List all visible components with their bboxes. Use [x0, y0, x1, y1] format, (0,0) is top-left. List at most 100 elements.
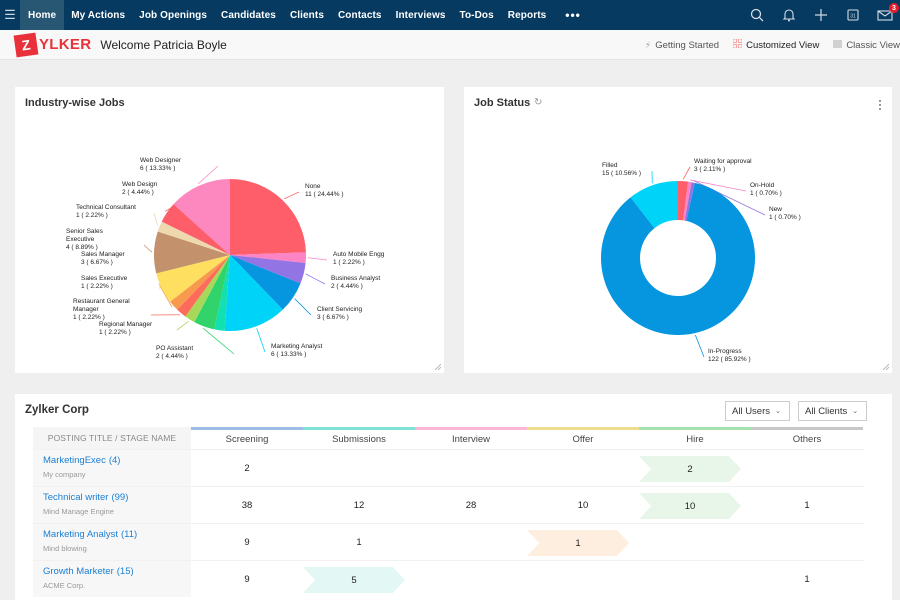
stage-count-cell[interactable]: 9 [191, 561, 303, 597]
pie-label-name: Technical Consultant [76, 204, 136, 211]
stage-count-cell[interactable]: 10 [527, 487, 639, 523]
stage-count: 9 [244, 536, 250, 548]
industry-jobs-card: Industry-wise Jobs None 11 ( 24.44% ) Auto… [15, 87, 444, 373]
nav-item-clients[interactable]: Clients [283, 0, 331, 30]
pie-label-name: Sales Executive [81, 275, 128, 282]
donut-label-value: 1 ( 0.70% ) [769, 214, 801, 221]
pie-label-value: 6 ( 13.33% ) [271, 351, 306, 358]
leader-line [682, 166, 691, 180]
posting-name: Growth Marketer [43, 566, 114, 577]
current-stage-chevron[interactable]: 1 [527, 530, 629, 556]
pie-label-name: Web Design [122, 181, 158, 188]
stage-count: 1 [575, 537, 581, 549]
current-stage-chevron[interactable]: 10 [639, 493, 741, 519]
posting-title-link[interactable]: Marketing Analyst (11) [43, 529, 191, 540]
stage-count-cell[interactable]: 2 [639, 450, 751, 486]
pie-label-web-designer: Web Designer6 ( 13.33% ) [140, 157, 182, 172]
donut-label-name: Waiting for approval [694, 158, 752, 165]
pie-label-value: 1 ( 2.22% ) [76, 212, 108, 219]
pie-label-client-servicing: Client Servicing3 ( 6.67% ) [317, 306, 363, 321]
getting-started-link[interactable]: ⚡︎ Getting Started [645, 40, 719, 51]
stage-count-cell[interactable]: 1 [751, 561, 863, 597]
donut-label-waiting-for-approval: Waiting for approval3 ( 2.11% ) [694, 158, 752, 173]
sub-header: Z YLKER Welcome Patricia Boyle ⚡︎ Gettin… [0, 30, 900, 60]
stage-count: 5 [351, 574, 357, 586]
posting-title-link[interactable]: Technical writer (99) [43, 492, 191, 503]
table-row: MarketingExec (4) My company 2 2 [33, 449, 864, 486]
posting-count: (11) [120, 529, 138, 540]
calendar-icon[interactable]: 31 [844, 6, 862, 24]
posting-title-link[interactable]: MarketingExec (4) [43, 455, 191, 466]
stage-count-cell [415, 561, 527, 597]
hamburger-icon[interactable]: ☰ [0, 0, 20, 30]
nav-item-to-dos[interactable]: To-Dos [453, 0, 501, 30]
plus-icon[interactable] [812, 6, 830, 24]
svg-text:31: 31 [850, 14, 856, 20]
posting-cell: Technical writer (99) Mind Manage Engine [33, 487, 191, 523]
mail-icon[interactable]: 3 [876, 3, 899, 24]
posting-title-link[interactable]: Growth Marketer (15) [43, 566, 191, 577]
stage-count-cell [751, 450, 863, 486]
bell-icon[interactable] [780, 6, 798, 24]
stage-header-submissions: Submissions [303, 427, 415, 449]
leader-line [284, 191, 300, 200]
pie-label-value: 1 ( 2.22% ) [333, 259, 365, 266]
lightning-icon: ⚡︎ [644, 39, 652, 50]
nav-item-my-actions[interactable]: My Actions [64, 0, 132, 30]
current-stage-chevron[interactable]: 5 [303, 567, 405, 593]
pie-label-business-analyst: Business Analyst2 ( 4.44% ) [331, 275, 380, 290]
stage-count-cell[interactable]: 5 [303, 561, 415, 597]
pie-label-technical-consultant: Technical Consultant1 ( 2.22% ) [76, 204, 136, 219]
stage-count-cell[interactable]: 10 [639, 487, 751, 523]
stage-count-cell[interactable]: 38 [191, 487, 303, 523]
stage-count-cell[interactable]: 1 [303, 524, 415, 560]
stage-count-cell[interactable]: 2 [191, 450, 303, 486]
stage-count: 2 [244, 462, 250, 474]
pie-label-name: Sales Manager [81, 251, 126, 258]
nav-item-job-openings[interactable]: Job Openings [132, 0, 214, 30]
stage-count-cell[interactable]: 12 [303, 487, 415, 523]
pie-label-auto-mobile-engg: Auto Mobile Engg1 ( 2.22% ) [333, 251, 385, 266]
nav-item-reports[interactable]: Reports [501, 0, 553, 30]
search-icon[interactable] [748, 6, 766, 24]
more-menu-button[interactable]: ••• [553, 8, 593, 22]
pie-label-name: Web Designer [140, 157, 182, 164]
user-filter-select[interactable]: All Users ⌄ [725, 401, 790, 421]
posting-title-header: POSTING TITLE / STAGE NAME [33, 427, 191, 449]
pie-label-value: 3 ( 6.67% ) [81, 259, 113, 266]
pie-label-sales-executive: Sales Executive1 ( 2.22% ) [81, 275, 128, 290]
resize-handle[interactable] [881, 362, 889, 370]
table-row: Marketing Analyst (11) Mind blowing 9 1 1 [33, 523, 864, 560]
leader-line [307, 257, 328, 261]
classic-view-link[interactable]: Classic View [833, 40, 900, 51]
nav-item-home[interactable]: Home [20, 0, 65, 30]
stage-count-cell[interactable]: 1 [527, 524, 639, 560]
stage-count-cell[interactable]: 1 [751, 487, 863, 523]
client-filter-select[interactable]: All Clients ⌄ [798, 401, 867, 421]
pie-label-value: 3 ( 6.67% ) [317, 314, 349, 321]
leader-line [694, 334, 705, 358]
stage-count-cell [751, 524, 863, 560]
stage-count-cell [639, 524, 751, 560]
pie-label-value: 4 ( 8.89% ) [66, 244, 98, 251]
job-status-card: Job Status ↻ Waiting for approval 3 ( 2.1… [464, 87, 892, 373]
posting-cell: MarketingExec (4) My company [33, 450, 191, 486]
pie-slice-none[interactable] [230, 179, 306, 255]
stage-count-cell [527, 450, 639, 486]
leader-line [256, 328, 266, 353]
resize-handle[interactable] [433, 362, 441, 370]
zylker-logo[interactable]: Z YLKER [13, 32, 91, 57]
pie-label-name: Auto Mobile Engg [333, 251, 385, 258]
current-stage-chevron[interactable]: 2 [639, 456, 741, 482]
stage-count-cell[interactable]: 28 [415, 487, 527, 523]
client-name: Mind Manage Engine [43, 507, 114, 516]
leader-line [153, 212, 159, 226]
job-status-donut-chart: Waiting for approval3 ( 2.11% )On-Hold1 … [601, 158, 801, 363]
nav-item-interviews[interactable]: Interviews [389, 0, 453, 30]
stage-count-cell[interactable]: 9 [191, 524, 303, 560]
list-icon [833, 40, 843, 51]
nav-item-contacts[interactable]: Contacts [331, 0, 389, 30]
nav-item-candidates[interactable]: Candidates [214, 0, 283, 30]
stage-count: 10 [577, 499, 589, 511]
customized-view-link[interactable]: Customized View [732, 38, 819, 51]
